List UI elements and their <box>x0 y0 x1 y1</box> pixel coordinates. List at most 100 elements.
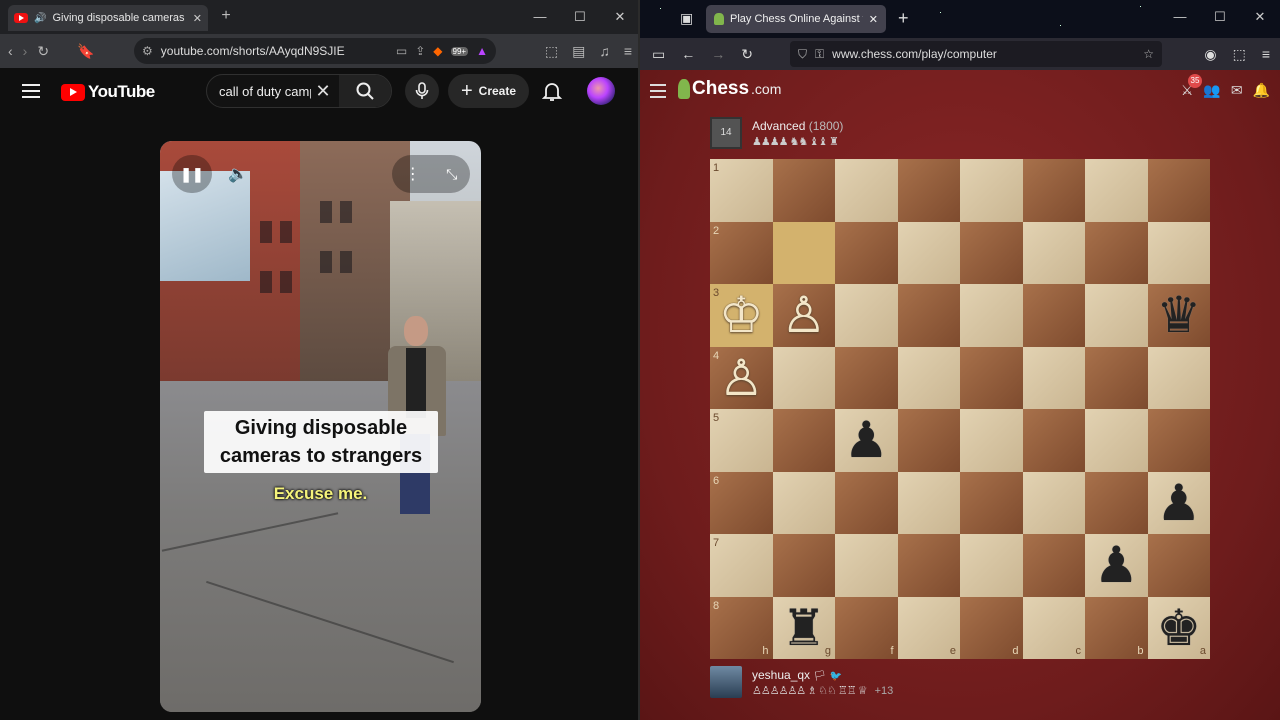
square-h1[interactable]: 1 <box>710 159 773 222</box>
notifications-icon[interactable]: 🔔 <box>1253 82 1270 99</box>
rewards-icon[interactable]: ▲ <box>476 44 488 58</box>
shield-icon[interactable]: ⛉ <box>798 47 807 62</box>
chess-logo[interactable]: Chess .com <box>678 78 781 100</box>
address-bar[interactable]: ⛉ ⚿ www.chess.com/play/computer ☆ <box>790 41 1162 67</box>
menu-icon[interactable]: ≡ <box>1262 46 1270 62</box>
square-g2[interactable] <box>772 221 835 284</box>
messages-icon[interactable]: ✉ <box>1231 82 1243 99</box>
square-d5[interactable] <box>960 409 1023 472</box>
square-e1[interactable] <box>897 159 960 222</box>
square-b5[interactable] <box>1085 409 1148 472</box>
new-tab-button[interactable]: + <box>898 8 909 29</box>
square-c8[interactable]: c <box>1022 596 1085 659</box>
square-e6[interactable] <box>897 471 960 534</box>
forward-icon[interactable]: › <box>23 43 28 59</box>
black-piece-b7[interactable]: ♟ <box>1085 534 1148 597</box>
square-g6[interactable] <box>772 471 835 534</box>
square-a5[interactable] <box>1147 409 1210 472</box>
square-f6[interactable] <box>835 471 898 534</box>
account-avatar[interactable] <box>587 77 615 105</box>
black-piece-g8[interactable]: ♜ <box>773 597 836 660</box>
square-d6[interactable] <box>960 471 1023 534</box>
chess-tab[interactable]: Play Chess Online Against the Computer ✕ <box>706 5 886 33</box>
square-c7[interactable] <box>1022 534 1085 597</box>
black-piece-a3[interactable]: ♛ <box>1148 284 1211 347</box>
minimize-icon[interactable]: — <box>520 0 560 34</box>
square-f1[interactable] <box>835 159 898 222</box>
square-h3[interactable]: 3 ♔ <box>710 284 773 347</box>
square-a4[interactable] <box>1147 346 1210 409</box>
bookmark-star-icon[interactable]: ☆ <box>1143 47 1154 61</box>
close-window-icon[interactable]: ✕ <box>1240 0 1280 34</box>
back-icon[interactable]: ‹ <box>8 43 13 59</box>
square-a8[interactable]: a ♚ <box>1147 596 1211 660</box>
clear-search-icon[interactable]: ✕ <box>311 81 335 102</box>
square-b4[interactable] <box>1085 346 1148 409</box>
chess-board[interactable]: 1 2 3 ♔ ♙ ♛ 4 ♙ 5 ♟ 6 ♟ 7 ♟ 8 h g ♜ f e d c b a ♚ <box>710 159 1210 659</box>
square-e4[interactable] <box>897 346 960 409</box>
square-e7[interactable] <box>897 534 960 597</box>
square-g7[interactable] <box>772 534 835 597</box>
extensions-icon[interactable]: ⬚ <box>545 43 558 60</box>
bot-avatar[interactable]: 14 <box>710 117 742 149</box>
search-input[interactable]: call of duty camp <box>207 84 311 99</box>
search-button[interactable] <box>339 75 391 107</box>
square-b1[interactable] <box>1085 159 1148 222</box>
short-video-player[interactable]: ❚❚ 🔈 ⋮ ⤡ Giving disposable cameras to st… <box>160 141 481 712</box>
square-e3[interactable] <box>897 284 960 347</box>
square-g3[interactable]: ♙ <box>772 284 835 347</box>
square-f3[interactable] <box>835 284 898 347</box>
square-f8[interactable]: f <box>835 596 898 659</box>
square-h8[interactable]: 8h <box>710 596 773 659</box>
fullscreen-icon[interactable]: ⤡ <box>446 166 457 183</box>
square-g5[interactable] <box>772 409 835 472</box>
create-button[interactable]: + Create <box>448 74 529 108</box>
lock-icon[interactable]: ⚿ <box>815 47 824 62</box>
menu-icon[interactable]: ≡ <box>624 43 632 59</box>
brave-shield-icon[interactable]: ◆ <box>433 44 442 58</box>
square-h7[interactable]: 7 <box>710 534 773 597</box>
square-e5[interactable] <box>897 409 960 472</box>
search-box[interactable]: call of duty camp ✕ <box>206 74 392 108</box>
tab-overview-icon[interactable]: ▣ <box>680 10 693 27</box>
youtube-logo[interactable]: YouTube <box>61 82 155 102</box>
pause-button[interactable]: ❚❚ <box>172 155 212 193</box>
chess-menu-icon[interactable] <box>650 84 666 98</box>
square-c6[interactable] <box>1022 471 1085 534</box>
bookmark-icon[interactable]: 🔖 <box>77 43 94 60</box>
square-d4[interactable] <box>960 346 1023 409</box>
guide-menu-icon[interactable] <box>22 84 40 98</box>
address-bar[interactable]: ⚙ youtube.com/shorts/AAyqdN9SJIE ▭ ⇪ ◆ 9… <box>134 38 496 64</box>
back-icon[interactable]: ← <box>681 46 695 62</box>
square-a6[interactable]: ♟ <box>1147 471 1211 535</box>
square-b2[interactable] <box>1085 221 1148 284</box>
square-c2[interactable] <box>1022 221 1085 284</box>
reading-list-icon[interactable]: ▤ <box>572 43 585 60</box>
square-g8[interactable]: g ♜ <box>772 596 836 660</box>
black-piece-f5[interactable]: ♟ <box>835 409 898 472</box>
square-c3[interactable] <box>1022 284 1085 347</box>
square-h4[interactable]: 4 ♙ <box>710 346 773 409</box>
reload-icon[interactable]: ↻ <box>741 46 753 63</box>
square-b8[interactable]: b <box>1085 596 1148 659</box>
close-window-icon[interactable]: ✕ <box>600 0 640 34</box>
forward-icon[interactable]: → <box>711 46 725 62</box>
square-d1[interactable] <box>960 159 1023 222</box>
square-b7[interactable]: ♟ <box>1085 534 1148 597</box>
square-f2[interactable] <box>835 221 898 284</box>
friends-icon[interactable]: 👥 <box>1203 82 1220 99</box>
sidebar-icon[interactable]: ▭ <box>652 46 665 63</box>
account-icon[interactable]: ◉ <box>1204 46 1216 63</box>
square-h6[interactable]: 6 <box>710 471 773 534</box>
square-e8[interactable]: e <box>897 596 960 659</box>
black-piece-a6[interactable]: ♟ <box>1148 472 1211 535</box>
square-d3[interactable] <box>960 284 1023 347</box>
extensions-icon[interactable]: ⬚ <box>1233 46 1246 63</box>
square-g1[interactable] <box>772 159 835 222</box>
cast-icon[interactable]: ▭ <box>396 44 407 58</box>
square-a1[interactable] <box>1147 159 1210 222</box>
site-info-icon[interactable]: ⚙ <box>142 44 153 58</box>
square-d7[interactable] <box>960 534 1023 597</box>
volume-button[interactable]: 🔈 <box>218 155 258 193</box>
black-piece-a8[interactable]: ♚ <box>1148 597 1211 660</box>
